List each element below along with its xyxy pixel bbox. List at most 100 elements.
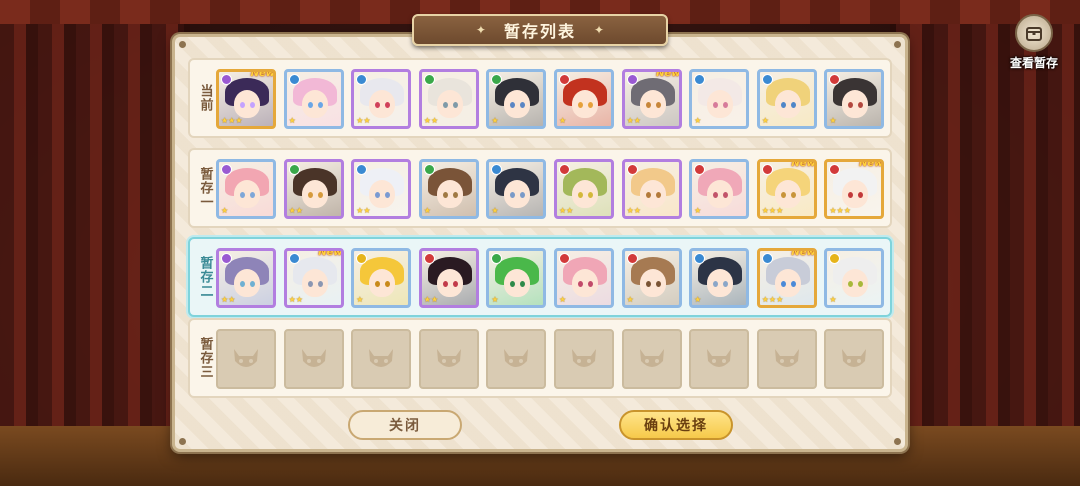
- character-card[interactable]: ★: [824, 69, 885, 129]
- character-eye: [587, 102, 593, 108]
- character-card[interactable]: ★: [486, 248, 547, 308]
- empty-slot[interactable]: [486, 329, 547, 389]
- character-eye: [577, 281, 583, 287]
- character-card[interactable]: ★★: [418, 69, 479, 129]
- character-card[interactable]: ★★★ New: [756, 248, 817, 308]
- star-rating: ★: [221, 206, 229, 215]
- character-eye: [655, 281, 661, 287]
- character-card[interactable]: ★★ New: [621, 69, 682, 129]
- character-face: [842, 180, 869, 208]
- stash-row[interactable]: 暂存三: [188, 318, 892, 398]
- character-eye: [250, 192, 255, 198]
- character-eye: [790, 102, 796, 108]
- character-card[interactable]: ★: [283, 69, 344, 129]
- star-rating: ★: [491, 116, 499, 125]
- empty-slot[interactable]: [283, 329, 344, 389]
- character-card[interactable]: ★: [418, 159, 479, 219]
- character-card[interactable]: ★★: [216, 248, 276, 308]
- card-list: [216, 329, 885, 389]
- character-card[interactable]: ★★★ New: [216, 69, 276, 129]
- character-eye: [240, 281, 245, 287]
- character-face: [707, 180, 734, 208]
- empty-slot[interactable]: [824, 329, 885, 389]
- confirm-selection-button[interactable]: 确认选择: [619, 410, 733, 440]
- character-eye: [587, 192, 593, 198]
- empty-slot[interactable]: [689, 329, 750, 389]
- new-badge: New: [791, 248, 816, 258]
- view-stash-button[interactable]: 查看暂存: [1002, 14, 1066, 71]
- star-rating: ★★: [423, 295, 439, 304]
- character-card[interactable]: ★: [486, 159, 547, 219]
- row-label: 当前: [197, 84, 213, 112]
- star-rating: ★★: [626, 116, 641, 125]
- character-card[interactable]: ★: [351, 248, 412, 308]
- character-card[interactable]: ★★★ New: [756, 159, 817, 219]
- character-card[interactable]: ★★: [351, 69, 412, 129]
- star-rating: ★★: [288, 206, 303, 215]
- element-icon: [761, 253, 773, 264]
- character-card[interactable]: ★★: [351, 159, 412, 219]
- character-eye: [442, 281, 448, 287]
- star-rating: ★: [558, 116, 567, 125]
- character-eye: [442, 192, 448, 198]
- character-card[interactable]: ★★★ New: [824, 159, 885, 219]
- character-card[interactable]: ★★: [418, 248, 479, 308]
- empty-slot[interactable]: [621, 329, 682, 389]
- element-icon: [761, 164, 773, 175]
- character-card[interactable]: ★: [689, 248, 750, 308]
- title-plate: ✦ 暂存列表 ✦: [412, 14, 668, 46]
- character-card[interactable]: ★: [756, 69, 817, 129]
- character-face: [504, 90, 531, 118]
- character-face: [774, 269, 801, 297]
- new-badge: New: [318, 248, 343, 258]
- row-label: 暂存一: [197, 167, 213, 209]
- character-face: [234, 90, 260, 118]
- character-face: [707, 90, 734, 118]
- character-eye: [317, 281, 323, 287]
- character-face: [571, 180, 598, 208]
- character-card[interactable]: ★: [689, 159, 750, 219]
- card-list: ★★★ New ★ ★★ ★★ ★ ★ ★★ New ★ ★ ★: [216, 69, 885, 129]
- character-card[interactable]: ★★ New: [283, 248, 344, 308]
- star-rating: ★: [423, 206, 431, 215]
- character-face: [234, 180, 260, 208]
- character-card[interactable]: ★: [553, 69, 614, 129]
- character-card[interactable]: ★★: [621, 159, 682, 219]
- character-card[interactable]: ★: [824, 248, 885, 308]
- stash-row[interactable]: 暂存二 ★★ ★★ New ★ ★★ ★ ★ ★ ★ ★★★ New ★: [188, 237, 892, 317]
- empty-slot-icon: [436, 349, 461, 367]
- character-card[interactable]: ★★: [553, 159, 614, 219]
- character-face: [571, 90, 598, 118]
- close-button[interactable]: 关闭: [348, 410, 462, 440]
- character-eye: [452, 102, 458, 108]
- character-eye: [577, 102, 583, 108]
- character-card[interactable]: ★: [689, 69, 750, 129]
- empty-slot[interactable]: [418, 329, 479, 389]
- element-icon: [423, 164, 435, 175]
- empty-slot-icon: [774, 349, 799, 367]
- star-rating: ★: [288, 116, 296, 125]
- empty-slot[interactable]: [756, 329, 817, 389]
- stash-row[interactable]: 当前 ★★★ New ★ ★★ ★★ ★ ★ ★★ New ★ ★ ★: [188, 58, 892, 138]
- character-card[interactable]: ★★: [283, 159, 344, 219]
- star-rating: ★: [491, 206, 499, 215]
- character-card[interactable]: ★: [486, 69, 547, 129]
- star-rating: ★: [491, 295, 499, 304]
- character-eye: [780, 192, 786, 198]
- element-icon: [221, 74, 232, 85]
- stash-row[interactable]: 暂存一 ★ ★★ ★★ ★ ★ ★★ ★★ ★ ★★★ New ★★★ New: [188, 148, 892, 228]
- star-rating: ★★★: [829, 206, 851, 215]
- empty-slot[interactable]: [553, 329, 614, 389]
- character-face: [369, 90, 396, 118]
- right-curtain: [890, 0, 1080, 486]
- character-card[interactable]: ★: [553, 248, 614, 308]
- character-card[interactable]: ★: [216, 159, 276, 219]
- element-icon: [558, 253, 570, 264]
- empty-slot-icon: [842, 349, 867, 367]
- empty-slot[interactable]: [351, 329, 412, 389]
- character-eye: [790, 192, 796, 198]
- character-card[interactable]: ★: [621, 248, 682, 308]
- empty-slot[interactable]: [216, 329, 276, 389]
- character-eye: [317, 192, 323, 198]
- character-face: [301, 180, 328, 208]
